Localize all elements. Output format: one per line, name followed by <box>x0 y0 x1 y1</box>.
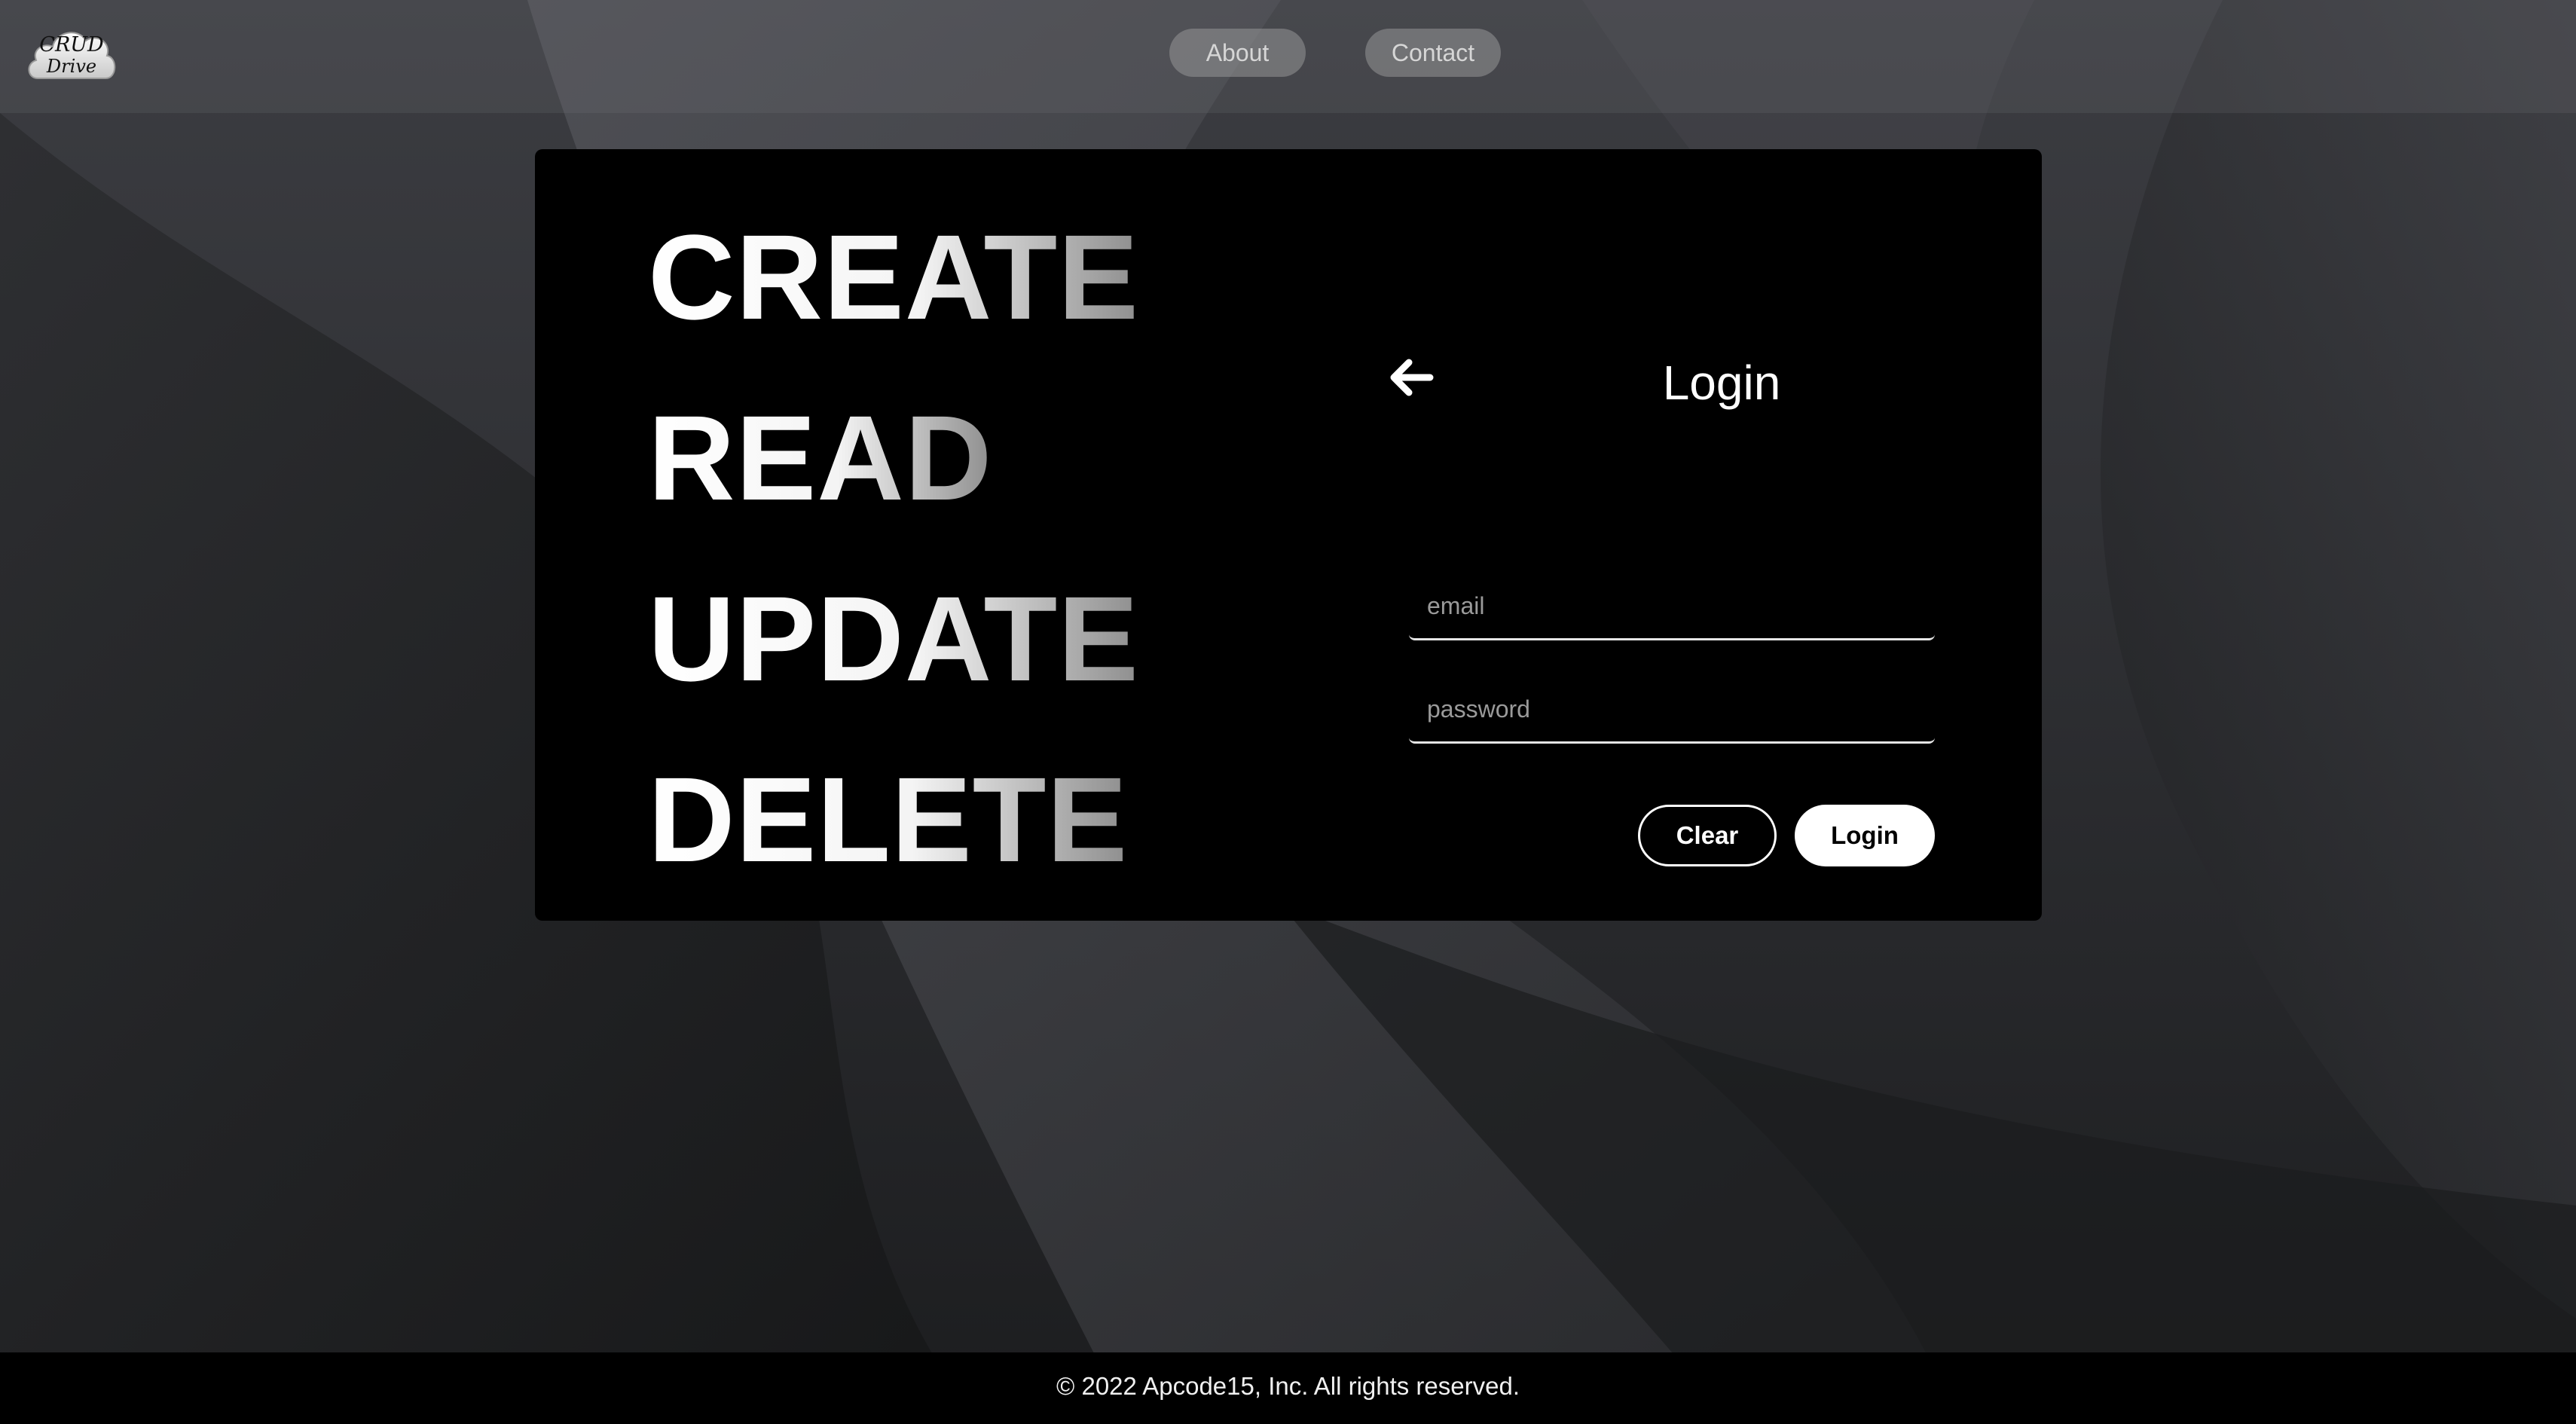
page-footer: © 2022 Apcode15, Inc. All rights reserve… <box>0 1352 2576 1424</box>
back-button[interactable] <box>1386 353 1436 402</box>
hero-word-create: CREATE <box>648 209 1139 344</box>
clear-button[interactable]: Clear <box>1638 805 1777 866</box>
hero-word-delete: DELETE <box>648 752 1129 887</box>
nav-contact-button[interactable]: Contact <box>1365 29 1501 77</box>
arrow-left-icon <box>1390 359 1434 396</box>
nav-about-button[interactable]: About <box>1169 29 1306 77</box>
crud-drive-logo[interactable]: CRUD Drive <box>24 17 119 84</box>
logo-text-drive: Drive <box>46 56 97 77</box>
password-input[interactable] <box>1409 677 1935 744</box>
logo-text-crud: CRUD <box>39 33 104 57</box>
top-nav-bar: CRUD Drive About Contact <box>0 0 2576 113</box>
login-submit-button[interactable]: Login <box>1795 805 1935 866</box>
email-input[interactable] <box>1409 574 1935 640</box>
hero-word-update: UPDATE <box>648 571 1139 706</box>
login-heading: Login <box>1662 356 1781 410</box>
copyright-text: © 2022 Apcode15, Inc. All rights reserve… <box>1056 1372 1520 1400</box>
login-card: CREATE READ UPDATE DELETE Login Clear Lo… <box>535 149 2042 921</box>
hero-word-read: READ <box>648 390 993 525</box>
